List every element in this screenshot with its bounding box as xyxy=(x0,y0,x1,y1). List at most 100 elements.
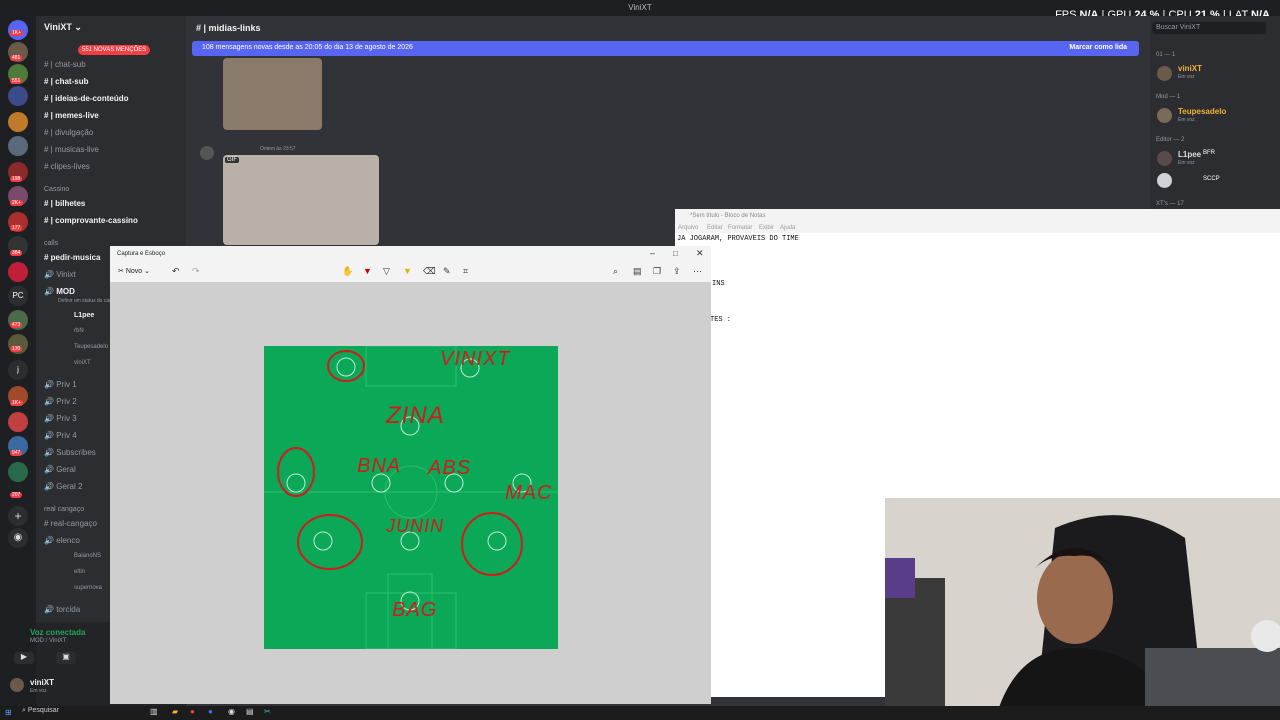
voice-channel[interactable]: # pedir-musica xyxy=(44,253,100,262)
start-icon[interactable]: ⊞ xyxy=(5,708,12,717)
channel-item[interactable]: # | chat-sub xyxy=(44,60,86,69)
menu-item[interactable]: Arquivo xyxy=(678,225,698,231)
server-icon-j[interactable]: j xyxy=(8,360,28,380)
server-name-header[interactable]: ViniXT ⌄ xyxy=(44,22,82,33)
minimize-icon[interactable]: – xyxy=(650,248,655,258)
snip-tool-icon[interactable]: ✂ xyxy=(264,707,271,716)
server-icon[interactable] xyxy=(8,262,28,282)
zoom-icon[interactable]: ⌕ xyxy=(613,266,618,277)
category-cassino[interactable]: Cassino xyxy=(44,186,69,193)
notepad-text-line[interactable]: TES : xyxy=(710,316,731,324)
app-icon[interactable]: ▤ xyxy=(246,707,254,716)
redo-icon[interactable]: ↷ xyxy=(192,266,200,277)
voice-member[interactable]: Teupesadelo xyxy=(74,344,108,350)
notepad-text-line[interactable]: JA JOGARAM, PROVAVEIS DO TIME xyxy=(677,235,799,243)
mark-read-button[interactable]: Marcar como lida xyxy=(1069,44,1127,51)
ballpoint-pen-icon[interactable]: ▼ xyxy=(363,266,372,276)
explorer-icon[interactable]: ▰ xyxy=(172,707,178,716)
voice-channel[interactable]: 🔊 Geral 2 xyxy=(44,482,82,491)
avatar[interactable] xyxy=(1157,66,1172,81)
maximize-icon[interactable]: □ xyxy=(673,249,678,258)
channel-item[interactable]: # | musicas-live xyxy=(44,145,99,154)
close-icon[interactable]: ✕ xyxy=(696,248,704,259)
avatar[interactable] xyxy=(1157,108,1172,123)
server-icon[interactable] xyxy=(8,462,28,482)
channel-item[interactable]: # | memes-live xyxy=(44,111,99,120)
avatar[interactable] xyxy=(1157,173,1172,188)
share-icon[interactable]: ⇪ xyxy=(673,266,681,277)
voice-channel[interactable]: 🔊 Priv 2 xyxy=(44,397,77,406)
voice-channel[interactable]: 🔊 torcida xyxy=(44,605,80,614)
copy-icon[interactable]: ❐ xyxy=(653,266,661,277)
menu-item[interactable]: Exibir xyxy=(759,225,774,231)
touch-write-icon[interactable]: ✋ xyxy=(342,266,353,277)
video-icon[interactable]: ▶ xyxy=(14,652,34,664)
chrome-icon[interactable]: ● xyxy=(190,707,195,716)
voice-member[interactable]: supernova xyxy=(74,585,102,591)
channel-item[interactable]: # | bilhetes xyxy=(44,199,85,208)
app-icon[interactable]: ◉ xyxy=(228,707,235,716)
voice-channel[interactable]: 🔊 Subscribes xyxy=(44,448,96,457)
taskbar-search[interactable]: ⌕ Pesquisar xyxy=(22,707,122,719)
undo-icon[interactable]: ↶ xyxy=(172,266,180,277)
notepad-text-line[interactable]: INS xyxy=(712,280,725,288)
voice-member[interactable]: eltin xyxy=(74,569,85,575)
member-name[interactable]: viniXT xyxy=(1178,64,1202,73)
voice-member[interactable]: BaianoNS xyxy=(74,553,101,559)
avatar[interactable] xyxy=(10,678,24,692)
gif-image[interactable] xyxy=(223,58,322,130)
voice-channel[interactable]: 🔊 MOD xyxy=(44,287,75,296)
new-mentions-pill[interactable]: 551 NOVAS MENÇÕES xyxy=(78,45,151,55)
cat-gif-image[interactable]: GIF xyxy=(223,155,379,245)
screen-share-icon[interactable]: ▣ xyxy=(56,652,76,664)
voice-channel[interactable]: 🔊 Geral xyxy=(44,465,76,474)
more-options-icon[interactable]: ⋯ xyxy=(693,266,702,277)
category-calls[interactable]: calls xyxy=(44,240,58,247)
voice-member[interactable]: rbN xyxy=(74,328,84,334)
voice-channel[interactable]: 🔊 Priv 3 xyxy=(44,414,77,423)
server-icon-pc[interactable]: PC xyxy=(8,286,28,306)
save-icon[interactable]: ▤ xyxy=(633,266,642,277)
member-name[interactable]: Teupesadelo xyxy=(1178,107,1226,116)
new-messages-banner[interactable]: 108 mensagens novas desde as 20:05 do di… xyxy=(192,41,1139,56)
avatar[interactable] xyxy=(200,146,214,160)
rail-badge: 1K+ xyxy=(10,400,24,406)
voice-member[interactable]: L1pee xyxy=(74,312,94,319)
server-icon[interactable] xyxy=(8,136,28,156)
member-name[interactable]: L1pee xyxy=(1178,150,1201,159)
eraser-icon[interactable]: ⌫ xyxy=(423,266,436,277)
menu-item[interactable]: Formatar xyxy=(728,225,752,231)
task-view-icon[interactable]: ▥ xyxy=(150,707,158,716)
channel-item[interactable]: # clipes-lives xyxy=(44,162,90,171)
voice-channel[interactable]: 🔊 Vinixt xyxy=(44,270,76,279)
search-input[interactable]: Buscar ViniXT xyxy=(1152,22,1266,34)
channel-item[interactable]: # | ideias-de-conteúdo xyxy=(44,94,128,103)
channel-item[interactable]: # | comprovante-cassino xyxy=(44,216,138,225)
channel-header-title: | midias-links xyxy=(203,23,261,33)
channel-item[interactable]: # | chat-sub xyxy=(44,77,88,86)
message-timestamp: Ontem às 23:57 xyxy=(260,146,296,152)
channel-item[interactable]: # | divulgação xyxy=(44,128,93,137)
channel-item[interactable]: # real-cangaço xyxy=(44,519,97,528)
server-icon[interactable] xyxy=(8,112,28,132)
discord-icon[interactable]: ● xyxy=(208,707,213,716)
voice-channel[interactable]: 🔊 Priv 1 xyxy=(44,380,77,389)
voice-channel[interactable]: 🔊 Priv 4 xyxy=(44,431,77,440)
pencil-icon[interactable]: ▽ xyxy=(383,266,390,277)
ruler-icon[interactable]: ✎ xyxy=(443,266,451,277)
avatar[interactable] xyxy=(1157,151,1172,166)
menu-item[interactable]: Editar xyxy=(707,225,723,231)
crop-icon[interactable]: ⌗ xyxy=(463,266,468,277)
voice-member[interactable]: viniXT xyxy=(74,360,91,366)
menu-item[interactable]: Ajuda xyxy=(780,225,795,231)
explore-icon[interactable]: ◉ xyxy=(8,528,28,548)
new-button[interactable]: ✂ Novo ⌄ xyxy=(118,267,150,275)
add-server-icon[interactable]: + xyxy=(8,506,28,526)
highlighter-icon[interactable]: ▼ xyxy=(403,266,412,276)
notepad-menubar: Arquivo Editar Formatar Exibir Ajuda xyxy=(675,223,1280,233)
voice-channel[interactable]: 🔊 elenco xyxy=(44,536,80,545)
channel-label: | comprovante-cassino xyxy=(50,216,138,225)
category-real-cangaco[interactable]: real cangaço xyxy=(44,506,84,513)
server-icon[interactable] xyxy=(8,412,28,432)
server-icon[interactable] xyxy=(8,86,28,106)
